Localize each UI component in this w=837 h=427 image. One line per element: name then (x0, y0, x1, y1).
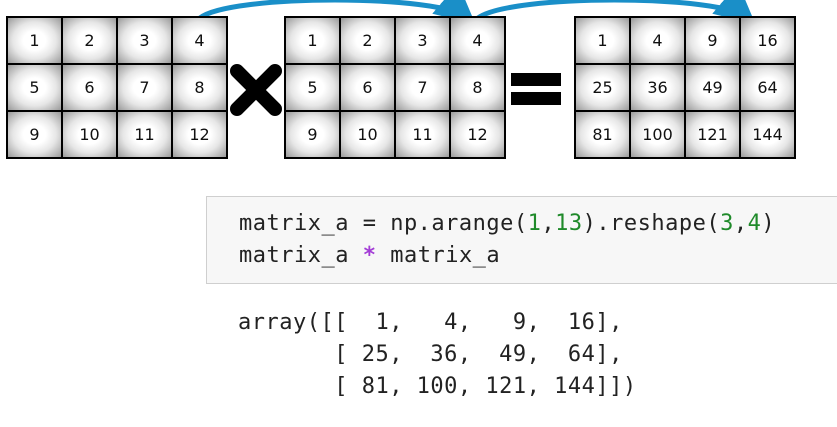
matrix-cell: 16 (741, 18, 794, 63)
matrix-cell: 49 (686, 65, 739, 110)
multiply-sign-icon (230, 64, 282, 116)
matrix-cell: 3 (396, 18, 449, 63)
matrix-cell: 11 (118, 112, 171, 157)
matrix-cell: 6 (341, 65, 394, 110)
matrix-cell: 9 (8, 112, 61, 157)
matrix-cell: 7 (396, 65, 449, 110)
matrix-middle: 1 2 3 4 5 6 7 8 9 10 11 12 (284, 16, 506, 159)
matrix-cell: 1 (576, 18, 629, 63)
matrix-cell: 10 (63, 112, 116, 157)
equals-sign-icon (511, 71, 561, 107)
matrix-cell: 8 (173, 65, 226, 110)
matrix-cell: 4 (451, 18, 504, 63)
matrix-cell: 1 (8, 18, 61, 63)
matrix-cell: 9 (286, 112, 339, 157)
code-input-cell: matrix_a = np.arange(1,13).reshape(3,4) … (206, 196, 837, 284)
matrix-cell: 100 (631, 112, 684, 157)
matrix-cell: 5 (286, 65, 339, 110)
matrix-cell: 3 (118, 18, 171, 63)
matrix-cell: 2 (341, 18, 394, 63)
matrix-cell: 81 (576, 112, 629, 157)
output-line-3: [ 81, 100, 121, 144]]) (238, 374, 637, 399)
matrix-cell: 5 (8, 65, 61, 110)
code-line-1: matrix_a = np.arange(1,13).reshape(3,4) (239, 211, 776, 236)
matrix-cell: 4 (173, 18, 226, 63)
matrix-cell: 25 (576, 65, 629, 110)
matrix-cell: 64 (741, 65, 794, 110)
matrix-cell: 12 (451, 112, 504, 157)
matrix-left: 1 2 3 4 5 6 7 8 9 10 11 12 (6, 16, 228, 159)
matrix-cell: 1 (286, 18, 339, 63)
output-line-2: [ 25, 36, 49, 64], (238, 342, 623, 367)
matrix-cell: 4 (631, 18, 684, 63)
matrix-cell: 121 (686, 112, 739, 157)
matrix-cell: 144 (741, 112, 794, 157)
matrix-cell: 36 (631, 65, 684, 110)
matrix-result: 1 4 9 16 25 36 49 64 81 100 121 144 (574, 16, 796, 159)
matrix-cell: 2 (63, 18, 116, 63)
matrix-cell: 9 (686, 18, 739, 63)
matrix-cell: 10 (341, 112, 394, 157)
output-line-1: array([[ 1, 4, 9, 16], (238, 310, 623, 335)
matrix-cell: 8 (451, 65, 504, 110)
matrix-cell: 7 (118, 65, 171, 110)
matrix-cell: 6 (63, 65, 116, 110)
code-line-2: matrix_a * matrix_a (239, 243, 501, 268)
matrix-cell: 12 (173, 112, 226, 157)
matrix-cell: 11 (396, 112, 449, 157)
